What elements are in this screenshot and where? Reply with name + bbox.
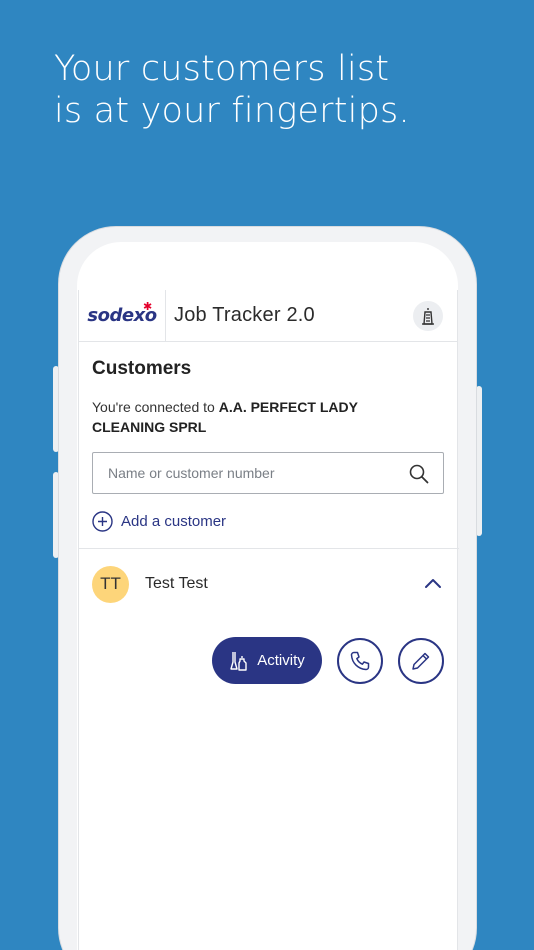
plus-circle-icon [92,511,113,532]
marketing-headline: Your customers list is at your fingertip… [54,48,410,132]
activity-button[interactable]: Activity [212,637,322,684]
add-customer-button[interactable]: Add a customer [92,511,226,532]
add-customer-label: Add a customer [121,513,227,530]
headline-line-1: Your customers list [54,49,390,89]
chevron-up-icon[interactable] [424,576,442,590]
pencil-icon [412,652,430,670]
cleaning-tools-icon [230,651,247,671]
connection-info: You're connected to A.A. PERFECT LADY CL… [92,397,432,437]
edit-button[interactable] [398,637,444,684]
search-field[interactable] [92,452,444,494]
customer-name: Test Test [145,575,208,592]
call-button[interactable] [337,637,383,684]
logo-star-icon: ✱ [143,299,152,313]
app-screen: sodexo ✱ Job Tracker 2.0 Customers You'r… [78,289,459,950]
search-input[interactable] [108,465,398,481]
avatar: TT [92,565,129,603]
app-bar: sodexo ✱ Job Tracker 2.0 [79,289,457,342]
app-title: Job Tracker 2.0 [174,304,315,326]
sodexo-logo: sodexo ✱ [79,289,166,342]
phone-icon [350,651,370,670]
customer-actions: Activity [212,637,444,684]
search-icon[interactable] [409,464,429,484]
activity-label: Activity [257,652,305,669]
building-button[interactable] [413,301,443,331]
page-title: Customers [92,358,192,379]
section-divider [79,548,459,549]
connected-prefix: You're connected to [92,399,219,415]
headline-line-2: is at your fingertips. [54,91,410,131]
building-icon [422,308,434,325]
list-item[interactable]: TT Test Test [92,565,444,603]
